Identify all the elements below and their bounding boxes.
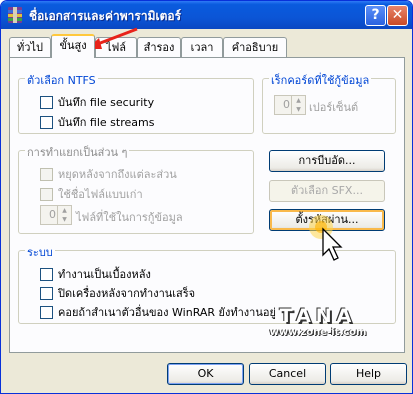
mouse-cursor-icon bbox=[309, 215, 343, 261]
checkbox-box[interactable] bbox=[40, 305, 53, 319]
checkbox-label: คอยถ้าสำเนาตัวอื่นของ WinRAR ยังทำงานอยู… bbox=[58, 306, 276, 319]
ok-button[interactable]: OK bbox=[167, 363, 244, 385]
checkbox-box[interactable] bbox=[40, 167, 53, 181]
close-button[interactable]: ✕ bbox=[387, 5, 408, 26]
compression-button[interactable]: การบีบอัด... bbox=[269, 150, 385, 172]
checkbox-label: บันทึก file streams bbox=[58, 116, 155, 129]
spin-down-icon[interactable]: ▼ bbox=[292, 105, 305, 114]
cancel-button[interactable]: Cancel bbox=[249, 363, 326, 385]
background-mode-checkbox[interactable]: ทำงานเป็นเบื้องหลัง bbox=[40, 265, 151, 283]
watermark-title: TANA bbox=[279, 305, 357, 327]
window-title: ชื่อเอกสารและค่าพารามิเตอร์ bbox=[29, 9, 182, 23]
winrar-icon bbox=[8, 7, 22, 23]
pause-after-volume-checkbox[interactable]: หยุดหลังจากถึงแต่ละส่วน bbox=[40, 165, 177, 183]
checkbox-box[interactable] bbox=[40, 187, 53, 201]
recovery-volumes-spinner[interactable]: 0 ▲ ▼ bbox=[40, 205, 72, 225]
recovery-percent-spinner[interactable]: 0 ▲ ▼ bbox=[274, 95, 306, 115]
checkbox-box[interactable] bbox=[40, 286, 53, 300]
old-style-names-checkbox[interactable]: ใช้ชื่อไฟล์แบบเก่า bbox=[40, 185, 143, 203]
recovery-record-group: เร็กคอร์ดที่ใช้กู้ข้อมูล 0 ▲ ▼ เปอร์เซ็น… bbox=[262, 71, 396, 134]
title-bar[interactable]: ชื่อเอกสารและค่าพารามิเตอร์ ? ✕ bbox=[1, 1, 412, 29]
volumes-group-label: การทำแยกเป็นส่วน ๆ bbox=[25, 143, 130, 161]
spin-up-icon[interactable]: ▲ bbox=[292, 96, 305, 105]
recovery-volumes-label: ไฟล์ที่ใช้ในการกู้ข้อมูล bbox=[76, 211, 183, 224]
checkbox-label: บันทึก file security bbox=[58, 96, 155, 109]
wait-other-winrar-checkbox[interactable]: คอยถ้าสำเนาตัวอื่นของ WinRAR ยังทำงานอยู… bbox=[40, 303, 276, 321]
save-file-streams-checkbox[interactable]: บันทึก file streams bbox=[40, 113, 154, 131]
spinner-arrows[interactable]: ▲ ▼ bbox=[291, 96, 305, 114]
help-button[interactable]: Help bbox=[330, 363, 407, 385]
system-group-label: ระบบ bbox=[25, 243, 55, 261]
tab-general[interactable]: ทั่วไป bbox=[9, 37, 51, 58]
volumes-group: การทำแยกเป็นส่วน ๆ หยุดหลังจากถึงแต่ละส่… bbox=[18, 143, 254, 234]
recovery-group-label: เร็กคอร์ดที่ใช้กู้ข้อมูล bbox=[269, 71, 372, 89]
checkbox-label: หยุดหลังจากถึงแต่ละส่วน bbox=[58, 168, 177, 181]
tab-advanced[interactable]: ขั้นสูง bbox=[51, 34, 95, 58]
spinner-value: 0 bbox=[283, 98, 290, 111]
watermark: TANA www.zone-it.com bbox=[263, 305, 373, 338]
checkbox-label: ใช้ชื่อไฟล์แบบเก่า bbox=[58, 188, 143, 201]
checkbox-box[interactable] bbox=[40, 95, 53, 109]
ntfs-group: ตัวเลือก NTFS บันทึก file security บันทึ… bbox=[18, 71, 254, 134]
checkbox-box[interactable] bbox=[40, 267, 53, 281]
watermark-url: www.zone-it.com bbox=[269, 327, 367, 338]
checkbox-label: ทำงานเป็นเบื้องหลัง bbox=[58, 268, 151, 281]
spinner-value: 0 bbox=[49, 208, 56, 221]
spin-down-icon[interactable]: ▼ bbox=[58, 215, 71, 224]
tab-backup[interactable]: สำรอง bbox=[137, 37, 181, 58]
tab-time[interactable]: เวลา bbox=[181, 37, 223, 58]
save-file-security-checkbox[interactable]: บันทึก file security bbox=[40, 93, 154, 111]
sfx-options-button[interactable]: ตัวเลือก SFX... bbox=[269, 180, 385, 202]
help-title-button[interactable]: ? bbox=[365, 5, 386, 26]
checkbox-label: ปิดเครื่องหลังจากทำงานเสร็จ bbox=[58, 287, 196, 300]
tab-comment[interactable]: คำอธิบาย bbox=[223, 37, 287, 58]
shutdown-when-done-checkbox[interactable]: ปิดเครื่องหลังจากทำงานเสร็จ bbox=[40, 284, 195, 302]
percent-label: เปอร์เซ็นต์ bbox=[309, 101, 359, 114]
spinner-arrows[interactable]: ▲ ▼ bbox=[57, 206, 71, 224]
checkbox-box[interactable] bbox=[40, 115, 53, 129]
dialog-window: ชื่อเอกสารและค่าพารามิเตอร์ ? ✕ ทั่วไป ข… bbox=[0, 0, 413, 394]
ntfs-group-label: ตัวเลือก NTFS bbox=[25, 71, 98, 89]
spin-up-icon[interactable]: ▲ bbox=[58, 206, 71, 215]
